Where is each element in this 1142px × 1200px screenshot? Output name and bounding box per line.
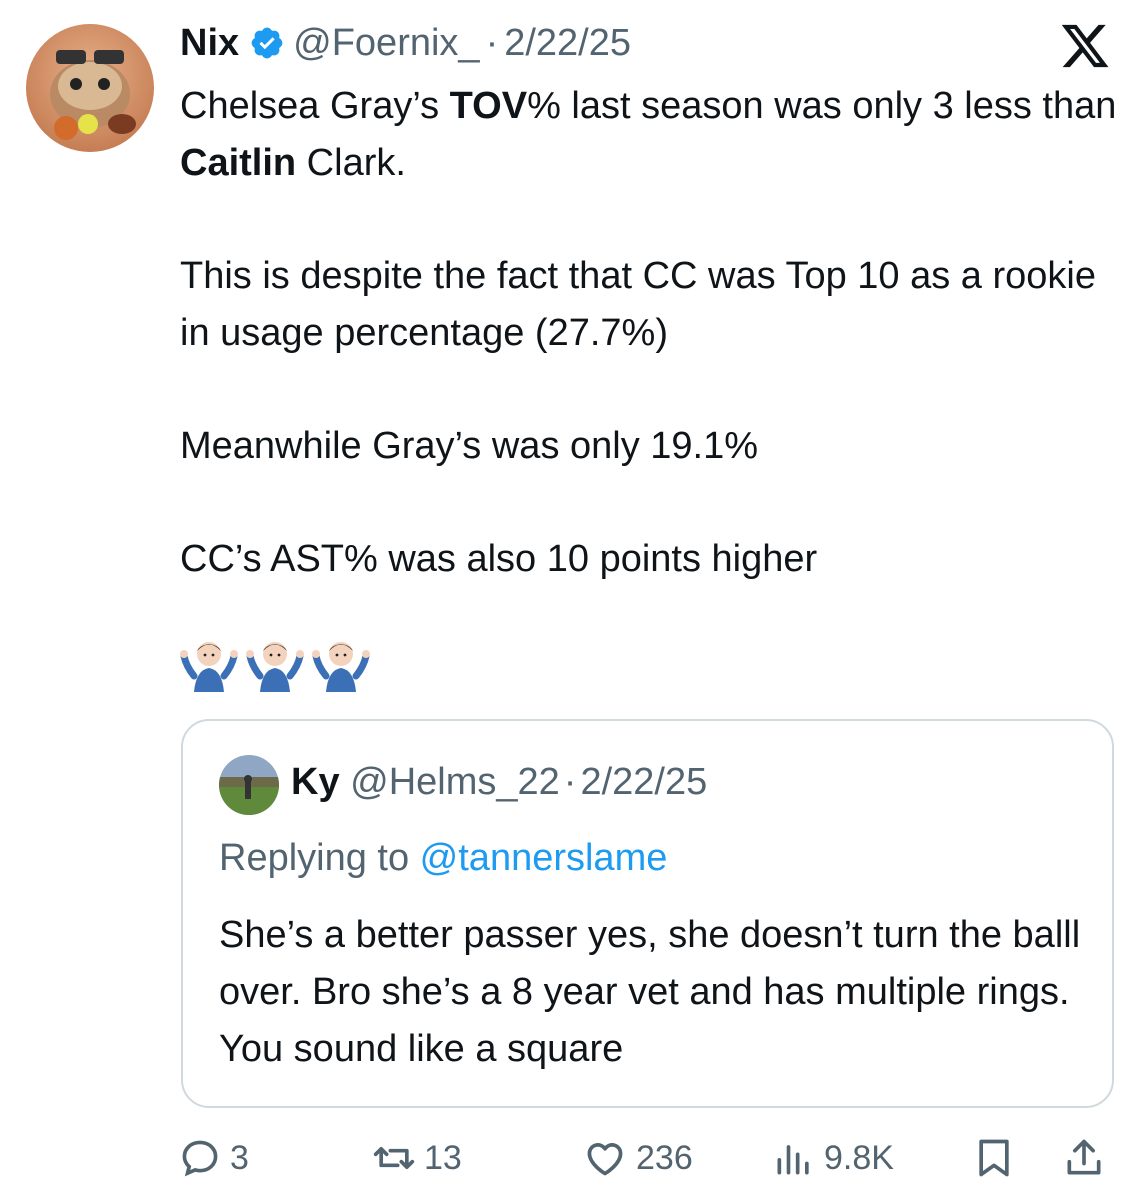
view-count: 9.8K (824, 1138, 894, 1177)
tweet-header: Nix @Foernix_ · 2/22/25 (180, 18, 631, 68)
tweet-paragraph-1: Chelsea Gray’s TOV% last season was only… (180, 78, 1130, 192)
quoted-author-name[interactable]: Ky (291, 761, 340, 803)
author-handle[interactable]: @Foernix_ (293, 22, 479, 65)
replying-to-line: Replying to @tannerslame (219, 837, 667, 880)
views-icon (777, 1145, 809, 1175)
text-segment: % last season was only 3 less than (527, 85, 1117, 127)
tweet-text: Chelsea Gray’s TOV% last season was only… (180, 78, 1130, 588)
shrug-emoji-row (180, 636, 370, 692)
x-logo-icon (1058, 20, 1112, 72)
reply-count: 3 (230, 1138, 249, 1177)
repost-count: 13 (424, 1138, 462, 1177)
shrug-emoji-icon (180, 642, 238, 692)
quoted-header-separator: · (563, 761, 577, 803)
quoted-author-avatar[interactable] (219, 755, 279, 815)
shrug-emoji-icon (312, 642, 370, 692)
header-separator: · (485, 21, 499, 64)
repost-icon (373, 1147, 415, 1169)
share-button[interactable] (1062, 1136, 1106, 1180)
author-name[interactable]: Nix (180, 22, 239, 65)
replying-to-mention[interactable]: @tannerslame (420, 837, 668, 879)
share-icon (1067, 1139, 1101, 1175)
quoted-tweet-date[interactable]: 2/22/25 (580, 761, 707, 803)
tweet-paragraph-3: Meanwhile Gray’s was only 19.1% (180, 425, 759, 467)
views-button[interactable]: 9.8K (772, 1136, 894, 1180)
reply-icon (182, 1140, 218, 1177)
quoted-tweet-text: She’s a better passer yes, she doesn’t t… (219, 914, 1081, 1070)
quoted-author-handle[interactable]: @Helms_22 (350, 761, 560, 803)
repost-button[interactable]: 13 (372, 1136, 462, 1180)
text-segment: Clark. (296, 142, 406, 184)
reply-button[interactable]: 3 (178, 1136, 249, 1180)
bold-segment: TOV (449, 85, 528, 127)
tweet-paragraph-2: This is despite the fact that CC was Top… (180, 255, 1096, 354)
bold-segment: Caitlin (180, 142, 297, 184)
quoted-tweet-card[interactable]: Ky @Helms_22 · 2/22/25 Replying to @tanner… (181, 719, 1114, 1108)
verified-badge-icon (249, 25, 285, 61)
like-button[interactable]: 236 (582, 1136, 693, 1180)
quoted-tweet-header: Ky @Helms_22 · 2/22/25 (291, 761, 707, 804)
bookmark-icon (979, 1139, 1009, 1177)
replying-to-label: Replying to (219, 837, 420, 879)
action-bar: 3 13 236 9.8K (0, 1130, 1142, 1190)
text-segment: Chelsea Gray’s (180, 85, 450, 127)
like-count: 236 (636, 1138, 693, 1177)
author-avatar[interactable] (26, 24, 154, 152)
tweet-date[interactable]: 2/22/25 (504, 22, 631, 65)
shrug-emoji-icon (246, 642, 304, 692)
like-icon (587, 1143, 623, 1176)
bookmark-button[interactable] (972, 1136, 1016, 1180)
tweet-paragraph-4: CC’s AST% was also 10 points higher (180, 538, 818, 580)
